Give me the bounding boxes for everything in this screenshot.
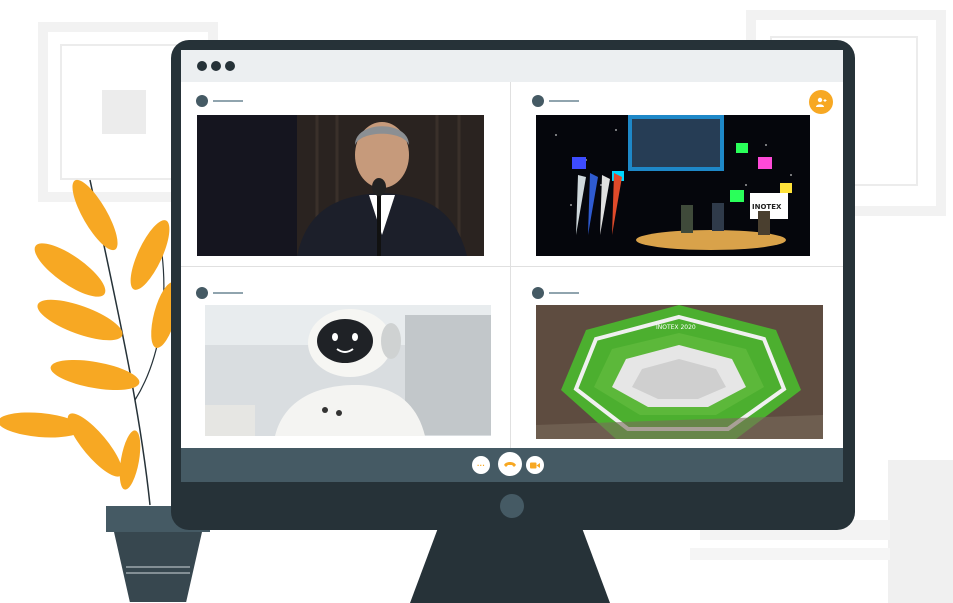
window-titlebar <box>181 50 843 82</box>
participant-name-placeholder <box>549 100 579 102</box>
power-button[interactable] <box>500 494 524 518</box>
end-call-button[interactable] <box>498 452 522 476</box>
stage-banner-text: INOTEX <box>752 203 782 211</box>
participant-status-dot <box>196 287 208 299</box>
participant-name-placeholder <box>549 292 579 294</box>
bg-square-left <box>102 90 146 134</box>
more-dots-icon: ··· <box>477 460 485 470</box>
participant-video-1[interactable] <box>197 115 484 256</box>
participant-name-placeholder <box>213 100 243 102</box>
participant-status-dot <box>196 95 208 107</box>
grid-divider-vertical <box>510 82 511 448</box>
more-options-button[interactable]: ··· <box>472 456 490 474</box>
bg-bar-bottom-right-2 <box>690 548 890 560</box>
window-control-dot[interactable] <box>197 61 207 71</box>
participant-video-4[interactable]: INOTEX 2020 <box>536 305 823 439</box>
video-toggle-button[interactable] <box>526 456 544 474</box>
window-control-dot[interactable] <box>225 61 235 71</box>
participant-name-placeholder <box>213 292 243 294</box>
pot-stripe <box>126 572 190 574</box>
video-call-window: INOTEX INOTEX 2020 ··· <box>181 50 843 482</box>
window-control-dot[interactable] <box>211 61 221 71</box>
call-toolbar: ··· <box>181 448 843 482</box>
participant-video-3[interactable] <box>205 305 491 436</box>
plant-leaves <box>0 179 179 506</box>
bg-block-bottom-right <box>888 460 953 603</box>
add-participant-button[interactable] <box>809 90 833 114</box>
monitor-stand <box>410 528 610 603</box>
pot-stripe <box>126 566 190 568</box>
add-user-icon <box>816 97 827 107</box>
model-label-text: INOTEX 2020 <box>656 324 696 331</box>
phone-end-icon <box>504 462 516 467</box>
participant-status-dot <box>532 95 544 107</box>
video-camera-icon <box>530 462 540 468</box>
participant-status-dot <box>532 287 544 299</box>
participant-video-2[interactable]: INOTEX <box>536 115 810 256</box>
grid-divider-horizontal <box>181 266 843 267</box>
